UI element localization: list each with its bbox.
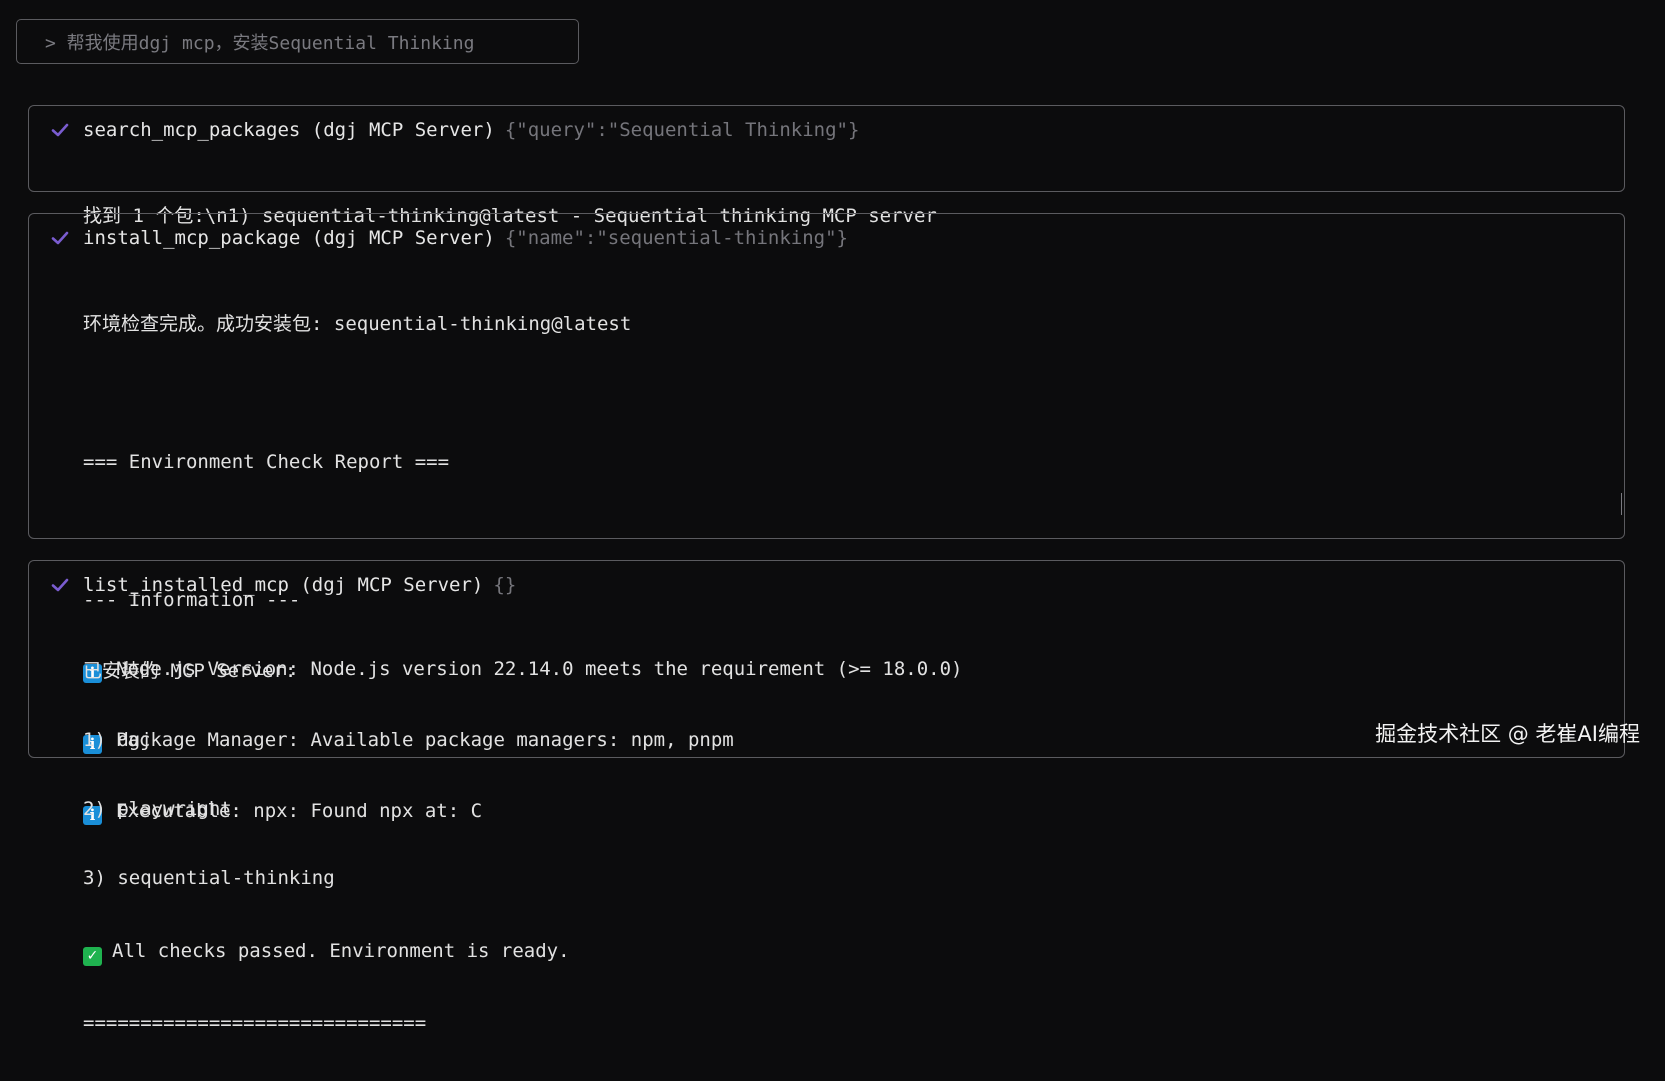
separator-line: ============================== [83, 1012, 427, 1034]
tool-result: 已安装的 MCP Server: 1) dgj 2) playwright 3)… [83, 614, 335, 936]
list-item: 1) dgj [83, 729, 152, 751]
tool-name: search_mcp_packages (dgj MCP Server) [83, 119, 495, 141]
check-mark-icon: ✓ [83, 947, 102, 966]
tool-args: {"query":"Sequential Thinking"} [504, 119, 860, 141]
list-item: 2) playwright [83, 798, 232, 820]
user-prompt-text: > 帮我使用dgj mcp，安装Sequential Thinking [45, 32, 475, 54]
tool-name: install_mcp_package (dgj MCP Server) [83, 227, 495, 249]
tool-name: list_installed_mcp (dgj MCP Server) [83, 574, 484, 596]
list-item: 3) sequential-thinking [83, 867, 335, 889]
tool-args: {} [493, 574, 517, 596]
result-line: 环境检查完成。成功安装包: sequential-thinking@latest [83, 313, 632, 335]
pass-line: ✓ All checks passed. Environment is ready… [83, 940, 962, 966]
text-cursor [1621, 493, 1622, 515]
tool-call-card-install: install_mcp_package (dgj MCP Server) {"n… [28, 213, 1625, 1034]
tool-call-header: search_mcp_packages (dgj MCP Server) {"q… [49, 117, 859, 143]
report-title: === Environment Check Report === [83, 451, 450, 473]
tool-call-card-search: search_mcp_packages (dgj MCP Server) {"q… [28, 105, 1625, 227]
watermark: 掘金技术社区 @ 老崔AI编程 [1375, 722, 1640, 746]
tool-call-header: list_installed_mcp (dgj MCP Server) {} [49, 572, 516, 598]
user-prompt-box: > 帮我使用dgj mcp，安装Sequential Thinking [16, 19, 579, 64]
tool-call-header: install_mcp_package (dgj MCP Server) {"n… [49, 225, 848, 251]
tool-args: {"name":"sequential-thinking"} [504, 227, 848, 249]
result-line: 已安装的 MCP Server: [83, 660, 297, 682]
check-icon [49, 119, 71, 141]
check-icon [49, 227, 71, 249]
check-icon [49, 574, 71, 596]
